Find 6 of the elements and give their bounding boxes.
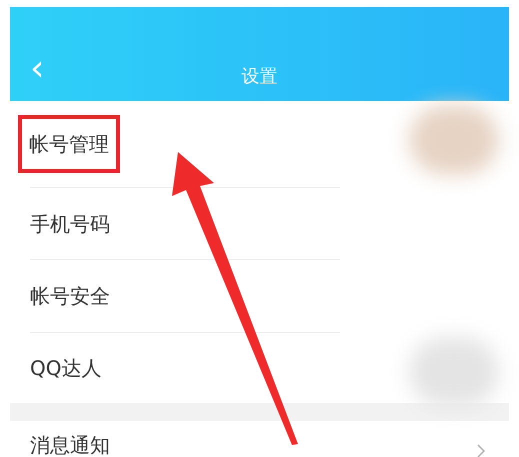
settings-item[interactable]: 手机号码 [30,208,110,238]
settings-item[interactable]: QQ达人 [30,353,102,383]
settings-item[interactable]: 帐号管理 [18,115,120,173]
settings-item[interactable]: 消息通知 [30,430,110,457]
settings-item[interactable]: 帐号安全 [30,281,110,311]
page-title: 设置 [242,64,278,88]
